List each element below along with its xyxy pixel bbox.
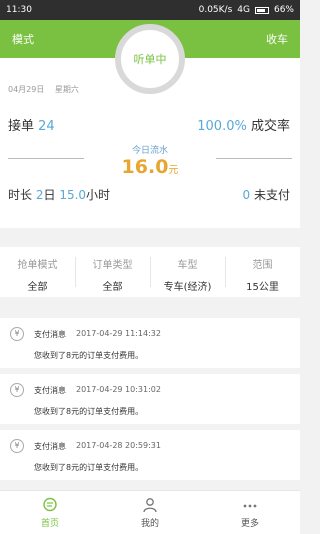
tab-home[interactable]: 首页 [0,491,100,534]
flow-unit: 元 [168,165,179,176]
battery-level: 66% [273,5,294,15]
filter-value: 15公里 [246,282,279,293]
message-body: 您收到了8元的订单支付费用。 [34,407,144,416]
bottom-tab-bar: 首页 我的 更多 [0,490,300,534]
filter-car-type[interactable]: 车型 专车(经济) [150,247,225,297]
unpaid-label: 未支付 [253,188,290,202]
flow-label: 今日流水 [131,146,168,156]
message-body: 您收到了8元的订单支付费用。 [34,351,144,360]
duration-days-unit: 日 [43,188,56,202]
filter-order-type[interactable]: 订单类型 全部 [75,247,150,297]
listen-label: 听单中 [133,53,167,66]
message-item[interactable]: ¥ 支付消息 2017-04-29 11:14:32 您收到了8元的订单支付费用… [0,318,300,368]
filter-value: 专车(经济) [163,282,212,293]
status-bar: 11:30 0.05K/s 4G 66% [0,0,300,20]
status-right: 0.05K/s 4G 66% [199,5,294,15]
flow-value: 16.0 [121,156,169,178]
mode-button[interactable]: 模式 [12,31,34,47]
listen-status-button[interactable]: 听单中 [115,24,185,94]
filter-value: 全部 [27,282,48,293]
filter-range[interactable]: 范围 15公里 [225,247,300,297]
yen-icon: ¥ [10,439,24,453]
yen-icon: ¥ [10,383,24,397]
duration-hours-unit: 小时 [86,188,111,202]
message-body: 您收到了8元的订单支付费用。 [34,463,144,472]
tab-label: 我的 [140,519,159,529]
orders-count: 24 [38,119,55,134]
tab-more[interactable]: 更多 [200,491,300,534]
message-time: 2017-04-29 10:31:02 [76,385,161,394]
duration-hours: 15.0 [59,188,87,202]
network-type: 4G [237,5,250,15]
user-icon [100,497,200,513]
more-icon [200,497,300,513]
orders-label: 接单 [8,119,35,134]
tab-label: 更多 [240,519,259,529]
filter-bar: 抢单模式 全部 订单类型 全部 车型 专车(经济) 范围 15公里 [0,247,300,297]
net-speed: 0.05K/s [198,5,233,15]
rate-label: 成交率 [250,119,290,134]
unpaid-count: 0 [242,188,251,202]
filter-label: 订单类型 [92,260,133,271]
tab-mine[interactable]: 我的 [100,491,200,534]
message-item[interactable]: ¥ 支付消息 2017-04-29 10:31:02 您收到了8元的订单支付费用… [0,374,300,424]
message-title: 支付消息 [34,330,66,339]
filter-grab-mode[interactable]: 抢单模式 全部 [0,247,75,297]
duration-label: 时长 [8,188,33,202]
chat-icon [0,497,100,513]
date-row: 04月29日 星期六 [8,84,87,95]
message-title: 支付消息 [34,386,66,395]
message-item[interactable]: ¥ 支付消息 2017-04-28 20:59:31 您收到了8元的订单支付费用… [0,430,300,480]
tab-label: 首页 [40,519,59,529]
duration-stat: 时长 2日 15.0小时 [8,186,110,203]
flow-value-row: 16.0元 [0,156,300,178]
date: 04月29日 [8,85,45,94]
filter-value: 全部 [102,282,123,293]
filter-label: 抢单模式 [17,260,58,271]
yen-icon: ¥ [10,327,24,341]
rate-stat: 100.0% 成交率 [197,115,290,134]
unpaid-stat[interactable]: 0 未支付 [243,186,290,203]
message-time: 2017-04-29 11:14:32 [76,329,161,338]
rate-value: 100.0% [197,119,247,134]
message-title: 支付消息 [34,442,66,451]
battery-icon [254,6,269,14]
weekday: 星期六 [54,85,79,94]
message-time: 2017-04-28 20:59:31 [76,441,161,450]
orders-stat: 接单 24 [8,115,55,134]
filter-label: 范围 [252,260,273,271]
status-time: 11:30 [6,5,32,15]
close-car-button[interactable]: 收车 [266,31,288,47]
filter-label: 车型 [177,260,198,271]
